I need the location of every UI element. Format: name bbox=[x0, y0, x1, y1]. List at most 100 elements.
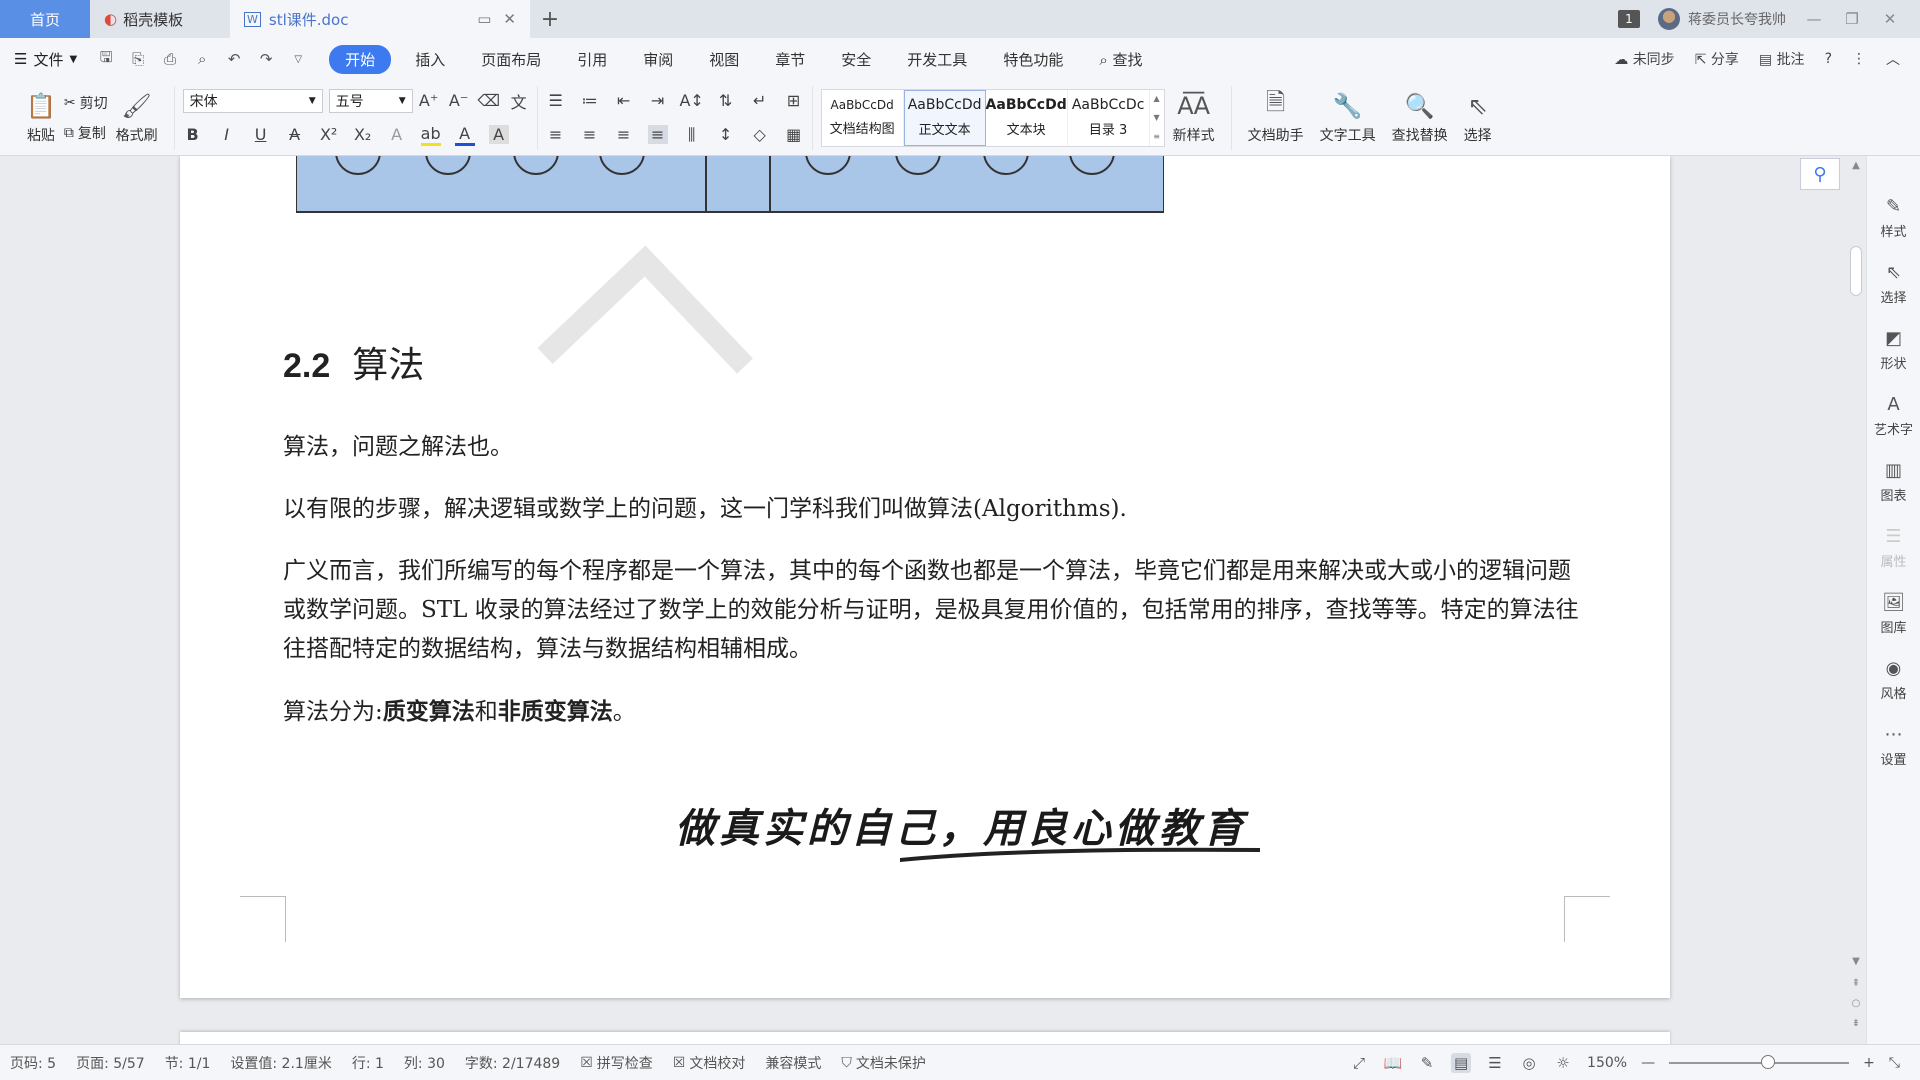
style-text-block[interactable]: AaBbCcDd 文本块 bbox=[986, 89, 1068, 146]
font-name-select[interactable]: 宋体 ▼ bbox=[182, 88, 323, 113]
menu-references[interactable]: 引用 bbox=[565, 45, 619, 74]
text-effect-icon[interactable]: A bbox=[387, 125, 407, 144]
cut-button[interactable]: ✂ 剪切 bbox=[64, 93, 108, 113]
sidebar-select[interactable]: ⇖ 选择 bbox=[1880, 262, 1906, 306]
minimize-icon[interactable]: — bbox=[1804, 10, 1824, 28]
clear-format-icon[interactable]: ⌫ bbox=[477, 91, 500, 110]
sidebar-gallery[interactable]: 🖼 图库 bbox=[1880, 592, 1906, 636]
zoom-slider[interactable] bbox=[1669, 1054, 1850, 1069]
font-size-select[interactable]: 五号 ▼ bbox=[328, 88, 413, 113]
subscript-icon[interactable]: X₂ bbox=[353, 125, 373, 144]
tab-document[interactable]: W stl课件.doc ▭ ✕ bbox=[230, 0, 530, 38]
align-right-icon[interactable]: ≡ bbox=[614, 125, 634, 144]
italic-icon[interactable]: I bbox=[217, 125, 237, 144]
save-icon[interactable]: 🖫 bbox=[97, 48, 115, 68]
next-page-icon[interactable]: ⇟ bbox=[1850, 1018, 1862, 1029]
tab-home[interactable]: 首页 bbox=[0, 0, 90, 38]
select-button[interactable]: ⇖ 选择 bbox=[1456, 86, 1500, 150]
zoom-level[interactable]: 150% bbox=[1587, 1055, 1627, 1071]
numbered-list-icon[interactable]: ≔ bbox=[580, 91, 600, 110]
file-menu[interactable]: ☰ 文件 ▼ bbox=[14, 49, 77, 70]
sidebar-shapes[interactable]: ◩ 形状 bbox=[1880, 328, 1906, 372]
sync-button[interactable]: ☁ 未同步 bbox=[1614, 49, 1674, 69]
decrease-indent-icon[interactable]: ⇤ bbox=[614, 91, 634, 110]
redo-icon[interactable]: ↷ bbox=[257, 50, 275, 68]
strikethrough-icon[interactable]: A bbox=[285, 125, 305, 144]
font-color-icon[interactable]: A bbox=[454, 124, 475, 146]
menu-home[interactable]: 开始 bbox=[329, 44, 392, 74]
shading-icon[interactable]: ◇ bbox=[750, 125, 770, 144]
write-mode-icon[interactable]: ✎ bbox=[1417, 1053, 1437, 1073]
text-direction-icon[interactable]: A↕ bbox=[679, 91, 703, 110]
highlight-icon[interactable]: ab bbox=[420, 124, 441, 146]
format-painter-button[interactable]: 🖌 格式刷 bbox=[108, 86, 166, 150]
collapse-ribbon-icon[interactable]: ︿ bbox=[1886, 49, 1900, 69]
status-setting[interactable]: 设置值: 2.1厘米 bbox=[230, 1053, 331, 1073]
bold-icon[interactable]: B bbox=[183, 125, 203, 144]
zoom-knob[interactable] bbox=[1761, 1054, 1776, 1069]
style-doc-structure[interactable]: AaBbCcDd 文档结构图 bbox=[822, 89, 904, 146]
superscript-icon[interactable]: X² bbox=[319, 125, 339, 144]
menu-page-layout[interactable]: 页面布局 bbox=[469, 45, 553, 74]
increase-indent-icon[interactable]: ⇥ bbox=[648, 91, 668, 110]
page-view-icon[interactable]: ▤ bbox=[1451, 1052, 1472, 1073]
borders-icon[interactable]: ▦ bbox=[784, 125, 804, 144]
eye-care-icon[interactable]: ☼ bbox=[1553, 1053, 1573, 1073]
zoom-in-icon[interactable]: + bbox=[1863, 1055, 1875, 1071]
style-scroll-up-icon[interactable]: ▲ bbox=[1154, 94, 1160, 103]
align-left-icon[interactable]: ≡ bbox=[546, 125, 566, 144]
vertical-scrollbar[interactable]: ▲ ▼ ⇞ ○ ⇟ bbox=[1848, 156, 1864, 1044]
style-more-icon[interactable]: ≡ bbox=[1153, 132, 1160, 141]
pin-window-icon[interactable]: ▭ bbox=[477, 10, 491, 28]
menu-security[interactable]: 安全 bbox=[829, 45, 883, 74]
window-count-badge[interactable]: 1 bbox=[1618, 10, 1640, 28]
sidebar-wordart[interactable]: A 艺术字 bbox=[1874, 394, 1913, 438]
justify-icon[interactable]: ≡ bbox=[647, 125, 668, 144]
scroll-thumb[interactable] bbox=[1850, 246, 1862, 296]
new-tab-button[interactable]: + bbox=[530, 0, 570, 38]
print-preview-icon[interactable]: ⌕ bbox=[193, 50, 211, 68]
comment-button[interactable]: ▤ 批注 bbox=[1759, 49, 1805, 69]
close-window-icon[interactable]: ✕ bbox=[1880, 10, 1900, 28]
sidebar-settings[interactable]: ⋯ 设置 bbox=[1880, 724, 1906, 768]
document-page[interactable]: 2.2 算法 算法，问题之解法也。 以有限的步骤，解决逻辑或数学上的问题，这一门… bbox=[180, 156, 1670, 998]
menu-features[interactable]: 特色功能 bbox=[991, 45, 1075, 74]
proofread-button[interactable]: ☒ 文档校对 bbox=[673, 1053, 746, 1073]
read-mode-icon[interactable]: 📖 bbox=[1383, 1053, 1403, 1073]
phonetic-icon[interactable]: 文 bbox=[509, 89, 529, 113]
menu-section[interactable]: 章节 bbox=[763, 45, 817, 74]
style-scroll-down-icon[interactable]: ▼ bbox=[1154, 113, 1160, 122]
select-browse-icon[interactable]: ○ bbox=[1850, 998, 1862, 1009]
line-break-icon[interactable]: ↵ bbox=[750, 91, 770, 110]
help-icon[interactable]: ? bbox=[1825, 51, 1832, 67]
scroll-up-icon[interactable]: ▲ bbox=[1850, 160, 1862, 171]
copy-button[interactable]: ⧉ 复制 bbox=[64, 123, 108, 143]
more-icon[interactable]: ⋮ bbox=[1852, 51, 1866, 67]
prev-page-icon[interactable]: ⇞ bbox=[1850, 978, 1862, 989]
sidebar-chart[interactable]: ▥ 图表 bbox=[1880, 460, 1906, 504]
scroll-down-icon[interactable]: ▼ bbox=[1850, 956, 1862, 967]
fullscreen-icon[interactable]: ⤢ bbox=[1349, 1053, 1369, 1073]
menu-search[interactable]: ⌕ 查找 bbox=[1087, 45, 1154, 74]
paste-button[interactable]: 📋 粘贴 bbox=[18, 86, 64, 150]
outline-view-icon[interactable]: ☰ bbox=[1485, 1053, 1505, 1073]
status-word-count[interactable]: 字数: 2/17489 bbox=[465, 1053, 560, 1073]
underline-icon[interactable]: U bbox=[251, 125, 271, 144]
location-pin-icon[interactable]: ⚲ bbox=[1800, 158, 1840, 190]
undo-icon[interactable]: ↶ bbox=[225, 50, 243, 68]
next-page[interactable] bbox=[180, 1032, 1670, 1044]
status-page-code[interactable]: 页码: 5 bbox=[10, 1053, 56, 1073]
new-style-button[interactable]: A͞A 新样式 bbox=[1165, 86, 1223, 150]
maximize-icon[interactable]: ❐ bbox=[1842, 10, 1862, 28]
close-tab-icon[interactable]: ✕ bbox=[503, 10, 516, 28]
sidebar-style-theme[interactable]: ◉ 风格 bbox=[1880, 658, 1906, 702]
share-button[interactable]: ⇱ 分享 bbox=[1695, 49, 1739, 69]
document-area[interactable]: 2.2 算法 算法，问题之解法也。 以有限的步骤，解决逻辑或数学上的问题，这一门… bbox=[0, 156, 1810, 1044]
export-icon[interactable]: ⎘ bbox=[129, 50, 147, 68]
sort-icon[interactable]: ⇅ bbox=[716, 91, 736, 110]
spell-check-button[interactable]: ☒ 拼写检查 bbox=[580, 1053, 653, 1073]
status-section[interactable]: 节: 1/1 bbox=[165, 1053, 211, 1073]
web-view-icon[interactable]: ◎ bbox=[1519, 1053, 1539, 1073]
sidebar-styles[interactable]: ✎ 样式 bbox=[1880, 196, 1906, 240]
zoom-out-icon[interactable]: — bbox=[1641, 1055, 1655, 1071]
